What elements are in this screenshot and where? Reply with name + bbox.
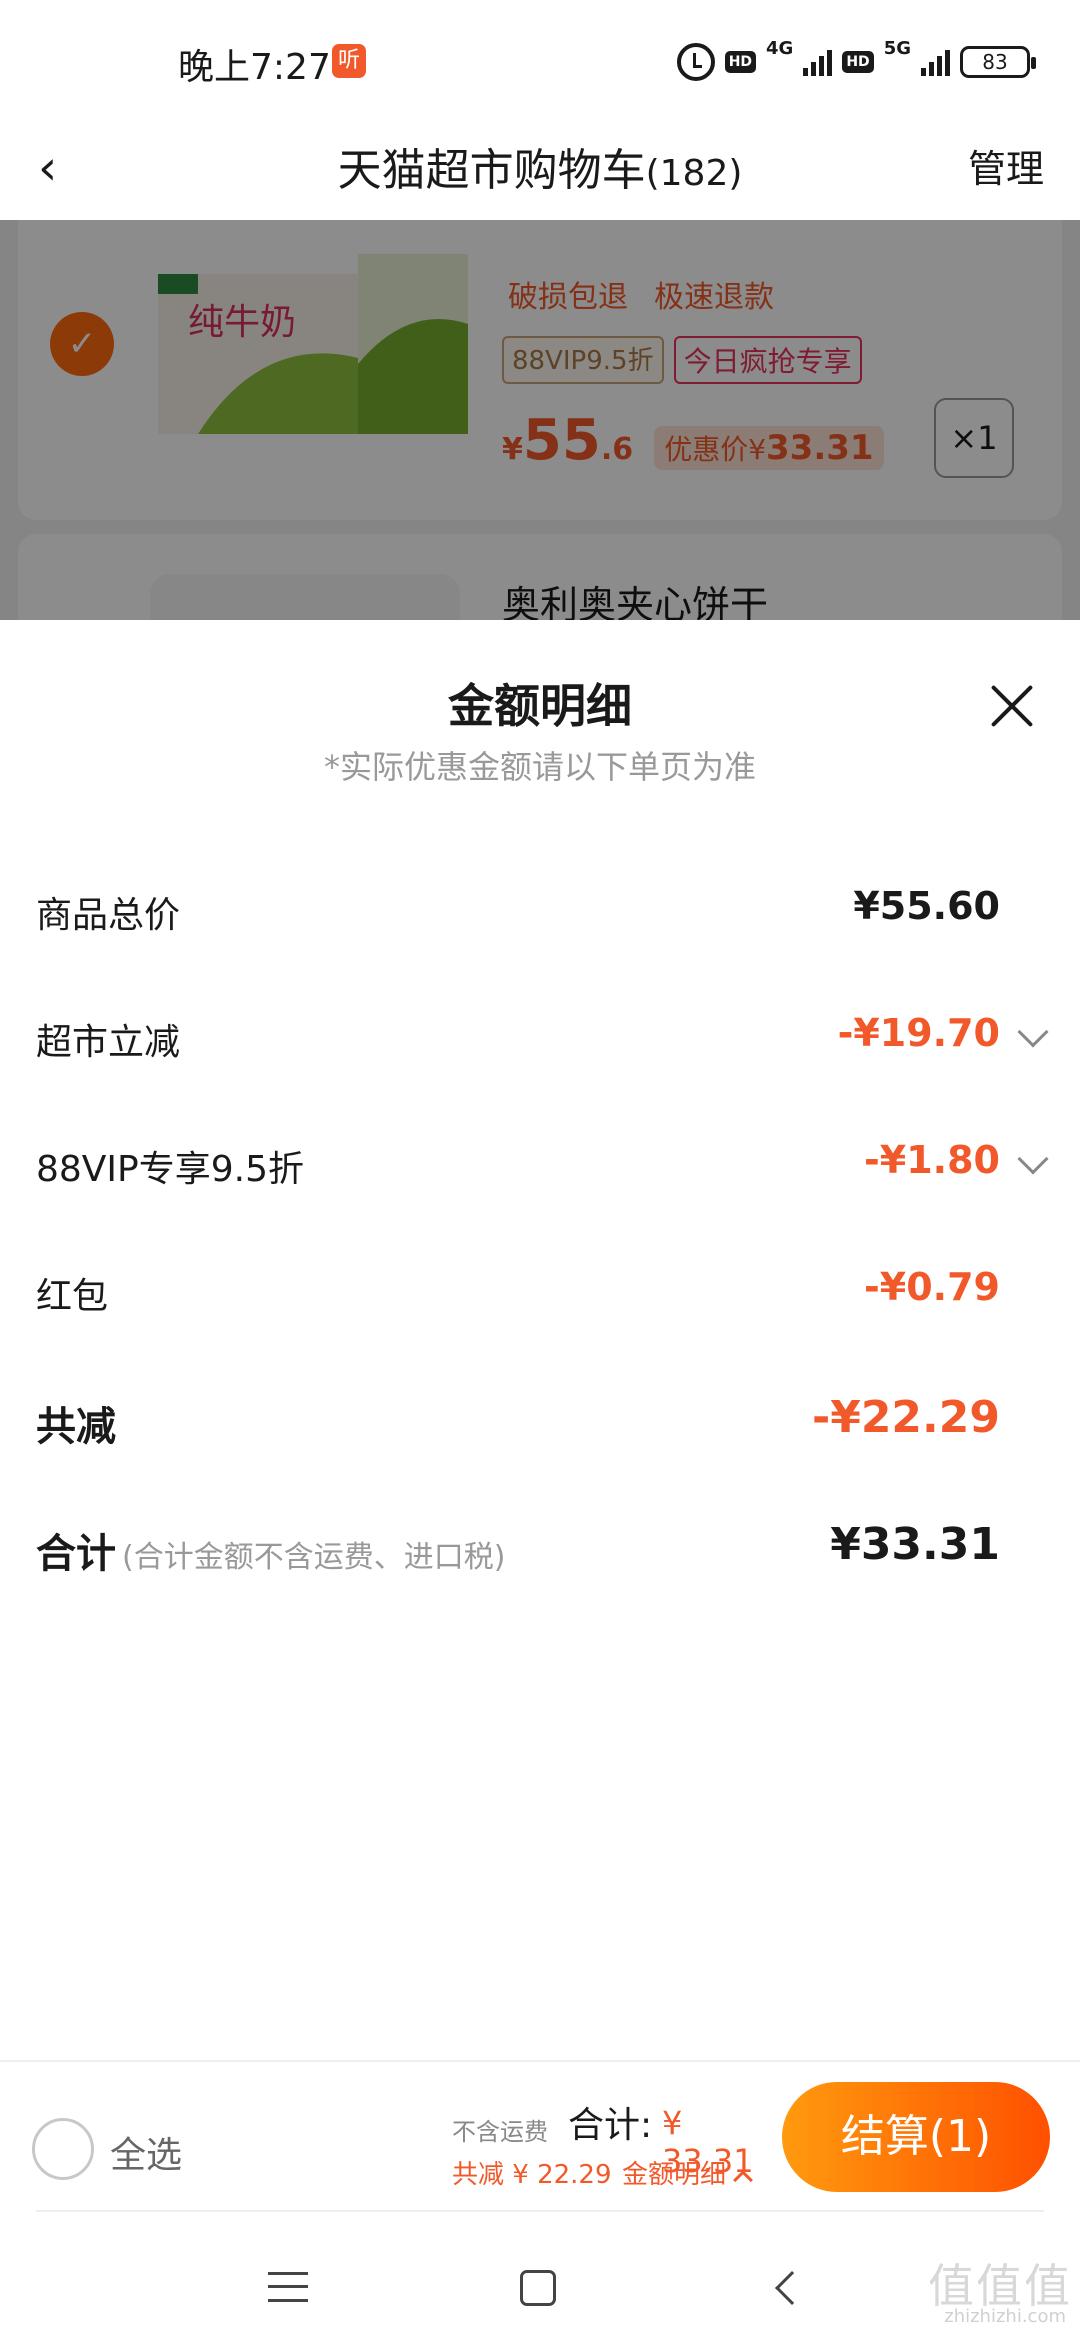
row-total-discount: 共减 -¥22.29 [0, 1358, 1080, 1485]
hd-badge: HD [724, 51, 757, 73]
menu-icon[interactable] [268, 2272, 308, 2302]
row-grand-total: 合计 (合计金额不含运费、进口税) ¥33.31 [0, 1485, 1080, 1612]
row-value: -¥0.79 [864, 1265, 1000, 1309]
cart-background: 晚上7:27 听 HD 4G HD 5G 83 ‹ 天猫超市购物车(182) 管… [0, 0, 1080, 620]
network-type: 4G [766, 37, 794, 59]
amount-detail-label: 金额明细 [622, 2160, 727, 2190]
row-label: 共减 [36, 1404, 116, 1450]
row-vip-discount[interactable]: 88VIP专享9.5折 -¥1.80 [0, 1104, 1080, 1231]
shipping-note: 不含运费 [452, 2118, 548, 2146]
amount-rows: 商品总价 ¥55.60 超市立减 -¥19.70 88VIP专享9.5折 -¥1… [0, 850, 1080, 1612]
watermark-url: zhizhizhi.com [944, 2306, 1066, 2327]
page-title-text: 天猫超市购物车 [337, 145, 646, 196]
system-nav-bar: 值值值 zhizhizhi.com [0, 2210, 1080, 2340]
close-icon[interactable] [988, 682, 1036, 730]
checkout-bar: 全选 不含运费 合计: ¥ 33.31 共减 ¥ 22.29 金额明细 结算(1… [0, 2060, 1080, 2210]
row-red-packet: 红包 -¥0.79 [0, 1231, 1080, 1358]
chevron-down-icon[interactable] [1017, 1143, 1049, 1175]
row-value: -¥22.29 [811, 1392, 1000, 1443]
signal-icon [921, 48, 950, 76]
sheet-title: 金额明细 [448, 679, 632, 733]
home-icon[interactable] [520, 2270, 556, 2306]
row-label-wrap: 合计 (合计金额不含运费、进口税) [36, 1521, 505, 1579]
row-label: 88VIP专享9.5折 [36, 1149, 305, 1190]
select-all-checkbox[interactable] [32, 2118, 94, 2180]
alarm-icon [676, 43, 715, 81]
select-all-label[interactable]: 全选 [110, 2126, 182, 2178]
header: ‹ 天猫超市购物车(182) 管理 [0, 120, 1080, 220]
sheet-subtitle: *实际优惠金额请以下单页为准 [323, 748, 756, 786]
total-label: 合计: [568, 2105, 653, 2146]
network-type: 5G [883, 37, 911, 59]
chevron-down-icon[interactable] [1017, 1016, 1049, 1048]
row-label: 商品总价 [36, 895, 181, 936]
row-note: (合计金额不含运费、进口税) [122, 1540, 506, 1575]
row-value: -¥1.80 [864, 1138, 1000, 1182]
chevron-up-icon [733, 2170, 753, 2190]
amount-detail-sheet: 金额明细 *实际优惠金额请以下单页为准 商品总价 ¥55.60 超市立减 -¥1… [0, 620, 1080, 2060]
status-bar: 晚上7:27 听 HD 4G HD 5G 83 [0, 0, 1080, 120]
row-value: ¥33.31 [830, 1519, 1000, 1570]
saved-amount: 共减 ¥ 22.29 [452, 2160, 612, 2190]
row-value: ¥55.60 [853, 884, 1000, 928]
row-goods-total: 商品总价 ¥55.60 [0, 850, 1080, 977]
row-label: 合计 [36, 1531, 116, 1577]
row-label: 超市立减 [36, 1022, 181, 1063]
hd-badge: HD [842, 51, 874, 73]
checkout-button[interactable]: 结算(1) [782, 2082, 1050, 2192]
amount-detail-toggle[interactable]: 金额明细 [622, 2154, 753, 2191]
row-value: -¥19.70 [837, 1011, 1000, 1055]
sum-block: 不含运费 合计: ¥ 33.31 共减 ¥ 22.29 金额明细 [450, 2090, 780, 2190]
cart-count: (182) [645, 153, 743, 194]
signal-icon [803, 48, 833, 76]
back-icon[interactable] [775, 2271, 809, 2305]
dim-overlay[interactable] [0, 220, 1080, 620]
battery-icon: 83 [960, 46, 1036, 78]
divider [36, 2210, 1044, 2212]
manage-button[interactable]: 管理 [968, 138, 1044, 193]
row-label: 红包 [36, 1276, 109, 1317]
listen-badge-icon: 听 [332, 44, 366, 78]
row-supermarket-discount[interactable]: 超市立减 -¥19.70 [0, 977, 1080, 1104]
status-icons: HD 4G HD 5G 83 [676, 37, 1036, 84]
status-time: 晚上7:27 [178, 47, 331, 88]
page-title: 天猫超市购物车(182) [0, 134, 1080, 198]
